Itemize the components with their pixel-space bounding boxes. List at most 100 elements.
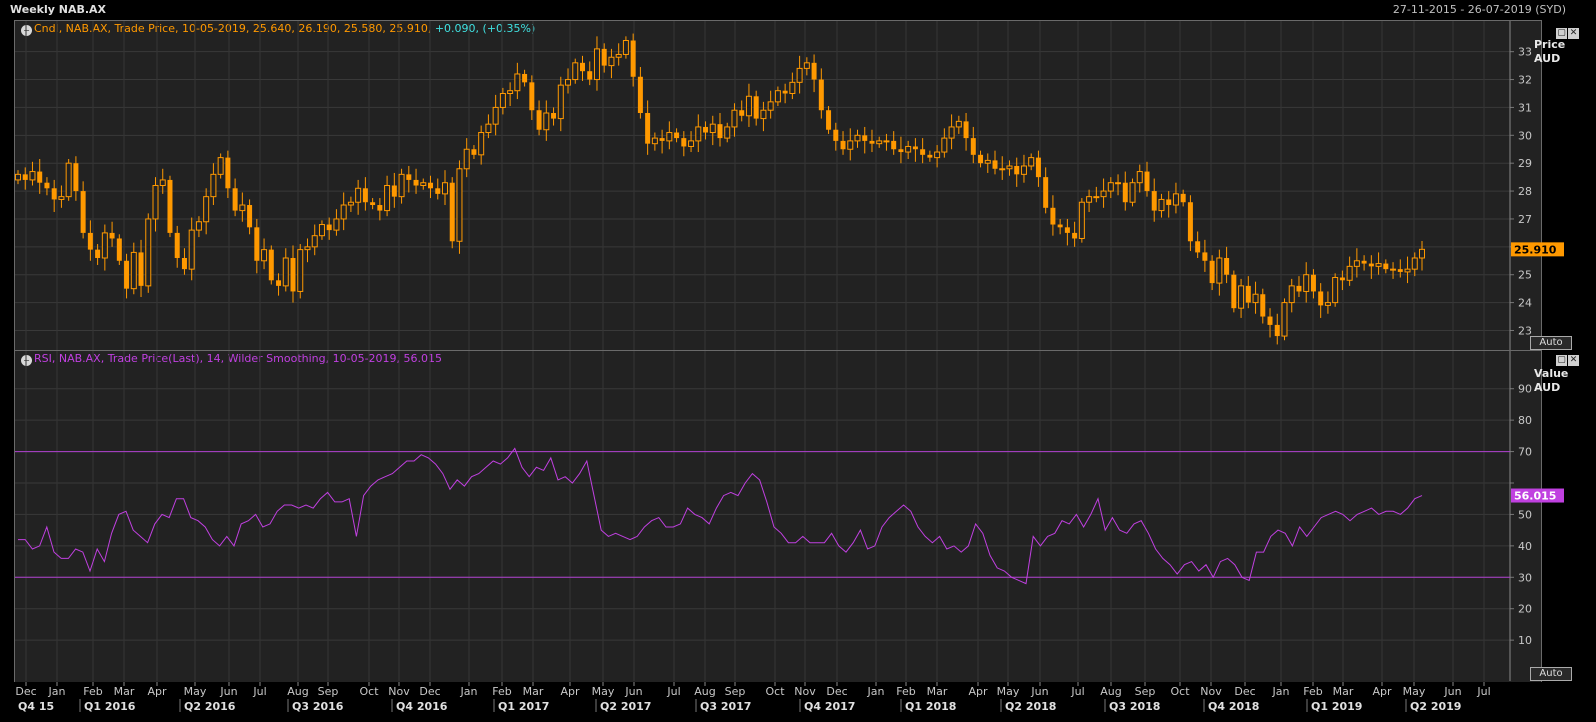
candle-body <box>435 188 441 194</box>
chart-canvas: 23 24 25 27 28 29 30 31 32 33 10 20 30 40 50 70 80 90 25.9… <box>0 21 1596 722</box>
candle-body <box>898 149 904 153</box>
candle-body <box>565 79 572 86</box>
candle-body <box>826 110 832 130</box>
candle-body <box>225 157 231 189</box>
candle-body <box>731 109 738 128</box>
price-tick-label: 24 <box>1518 297 1532 310</box>
candle-body <box>58 196 65 200</box>
candle-body <box>1318 291 1324 306</box>
candle-body <box>304 246 311 251</box>
candle-body <box>978 154 984 164</box>
candle-body <box>622 40 629 55</box>
candle-body <box>999 168 1006 171</box>
candle-body <box>551 113 557 119</box>
candle-body <box>254 227 260 261</box>
candle-body <box>1028 157 1035 167</box>
price-last-value: 25.910 <box>1514 243 1557 256</box>
candle-body <box>1151 191 1157 211</box>
month-label: Aug <box>287 685 308 698</box>
candle-body <box>51 188 57 200</box>
candle-body <box>992 160 998 169</box>
candle-body <box>920 149 926 155</box>
candle-body <box>522 73 528 83</box>
candle-body <box>1180 193 1186 203</box>
month-label: Jan <box>1272 685 1290 698</box>
candle-body <box>1020 165 1027 175</box>
candle-body <box>927 154 933 158</box>
rsi-tick-label: 10 <box>1518 634 1532 647</box>
candle-body <box>782 90 788 94</box>
candle-body <box>593 48 600 81</box>
rsi-tick-label: 80 <box>1518 414 1532 427</box>
candle-body <box>130 251 137 290</box>
candle-body <box>167 179 173 233</box>
candle-body <box>1115 182 1122 185</box>
candle-body <box>840 140 846 150</box>
candle-body <box>862 135 868 141</box>
candle-body <box>1404 268 1411 273</box>
quarter-label: Q4 2018 <box>1208 700 1259 713</box>
candle-body <box>181 257 187 270</box>
candle-body <box>666 132 673 142</box>
candle-body <box>630 40 636 77</box>
candle-body <box>891 140 897 150</box>
month-label: Mar <box>927 685 948 698</box>
candle-body <box>413 179 419 186</box>
candle-body <box>449 182 455 242</box>
candle-body <box>1122 182 1128 203</box>
month-label: Feb <box>1303 685 1322 698</box>
quarter-label: Q4 2017 <box>804 700 855 713</box>
candle-body <box>507 90 514 94</box>
candle-body <box>239 204 246 212</box>
price-tick-label: 31 <box>1518 101 1532 114</box>
candle-body <box>1245 285 1251 303</box>
candle-body <box>276 280 282 286</box>
candle-body <box>499 92 506 108</box>
candle-body <box>833 129 839 141</box>
candle-body <box>818 79 824 111</box>
candle-body <box>124 260 130 289</box>
candle-body <box>1093 196 1100 199</box>
candle-body <box>1303 274 1310 292</box>
price-tick-label: 33 <box>1518 46 1532 59</box>
candle-body <box>1043 177 1049 208</box>
candle-body <box>1296 285 1302 292</box>
month-label: Feb <box>896 685 915 698</box>
candle-body <box>1267 316 1273 325</box>
candle-body <box>1274 324 1280 337</box>
month-label: Feb <box>492 685 511 698</box>
month-label: Mar <box>523 685 544 698</box>
quarter-label: Q1 2016 <box>84 700 136 713</box>
candle-body <box>1216 257 1223 284</box>
candle-body <box>1288 285 1295 304</box>
candle-body <box>579 62 585 72</box>
candle-body <box>347 201 354 206</box>
candle-body <box>22 174 28 180</box>
candle-body <box>1209 260 1215 284</box>
candle-body <box>1107 182 1114 192</box>
candle-body <box>1397 269 1403 272</box>
month-label: Nov <box>1200 685 1222 698</box>
candle-body <box>1057 224 1063 228</box>
candle-body <box>615 53 622 58</box>
candle-body <box>318 224 325 237</box>
candle-body <box>152 185 159 220</box>
price-tick-label: 29 <box>1518 157 1532 170</box>
candle-body <box>282 257 289 287</box>
candle-body <box>774 90 781 103</box>
month-label: Jun <box>1443 685 1461 698</box>
candle-body <box>1419 248 1425 259</box>
month-label: Sep <box>1135 685 1156 698</box>
candle-body <box>883 140 890 143</box>
candle-body <box>572 62 579 81</box>
candle-body <box>796 67 803 83</box>
candle-body <box>587 71 593 80</box>
candle-body <box>145 218 152 287</box>
candle-body <box>1195 241 1201 253</box>
candle-body <box>1086 196 1093 203</box>
candle-body <box>1129 182 1136 203</box>
month-label: Apr <box>560 685 580 698</box>
month-label: Dec <box>419 685 440 698</box>
candle-body <box>1339 277 1345 281</box>
month-label: Dec <box>15 685 36 698</box>
